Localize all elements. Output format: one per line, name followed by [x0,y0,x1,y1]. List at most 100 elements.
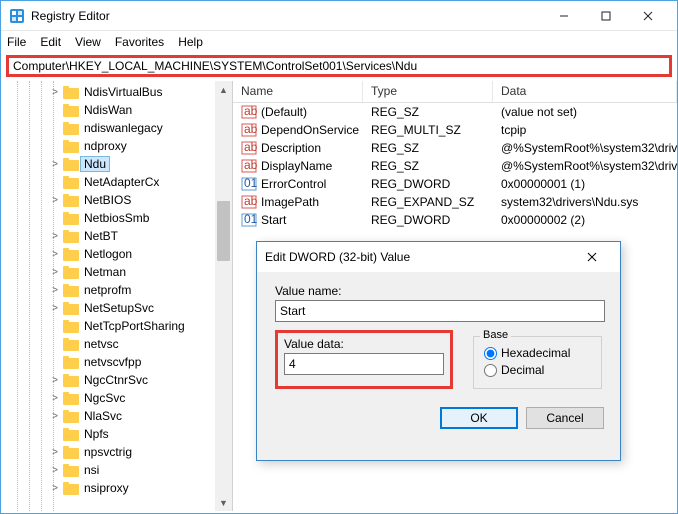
expand-icon[interactable]: > [49,231,61,242]
list-header: Name Type Data [233,81,677,103]
tree-item-label: Npfs [84,427,109,441]
column-header-data[interactable]: Data [493,81,677,102]
value-name: Description [261,141,321,155]
tree-item[interactable]: NetbiosSmb [1,209,232,227]
tree-item[interactable]: >NetBT [1,227,232,245]
tree-item[interactable]: >nsi [1,461,232,479]
tree-item[interactable]: > NetBIOS [1,191,232,209]
svg-text:011: 011 [244,176,257,190]
menu-edit[interactable]: Edit [40,35,61,49]
value-data-highlight: Value data: [275,330,453,389]
address-input[interactable] [13,59,665,73]
value-data: 0x00000002 (2) [493,213,677,227]
value-type: REG_MULTI_SZ [363,123,493,137]
menu-file[interactable]: File [7,35,26,49]
list-row[interactable]: 011ErrorControlREG_DWORD0x00000001 (1) [233,175,677,193]
value-type: REG_DWORD [363,177,493,191]
value-name: DisplayName [261,159,332,173]
tree-item-label: Netlogon [84,247,132,261]
dec-radio[interactable] [484,364,497,377]
expand-icon[interactable]: > [49,303,61,314]
tree-item[interactable]: Npfs [1,425,232,443]
value-data-input[interactable] [284,353,444,375]
tree-item[interactable]: NetAdapterCx [1,173,232,191]
tree-item[interactable]: >nsiproxy [1,479,232,497]
folder-icon [63,194,79,207]
list-row[interactable]: abDescriptionREG_SZ@%SystemRoot%\system3… [233,139,677,157]
scroll-down-icon[interactable]: ▼ [215,494,232,511]
tree-item-label: npsvctrig [84,445,132,459]
tree-item-label: NetBIOS [84,193,131,207]
value-data: (value not set) [493,105,677,119]
tree-item[interactable]: >NlaSvc [1,407,232,425]
tree-item[interactable]: NdisWan [1,101,232,119]
base-legend: Base [480,329,511,341]
tree-item[interactable]: netvsc [1,335,232,353]
folder-icon [63,86,79,99]
folder-icon [63,482,79,495]
tree-item[interactable]: >Ndu [1,155,232,173]
close-button[interactable] [627,1,669,31]
tree-item[interactable]: > Netlogon [1,245,232,263]
tree-item[interactable]: NetTcpPortSharing [1,317,232,335]
expand-icon[interactable]: > [49,285,61,296]
list-row[interactable]: abImagePathREG_EXPAND_SZsystem32\drivers… [233,193,677,211]
list-row[interactable]: 011StartREG_DWORD0x00000002 (2) [233,211,677,229]
value-data: @%SystemRoot%\system32\driv [493,141,677,155]
cancel-button[interactable]: Cancel [526,407,604,429]
expand-icon[interactable]: > [49,249,61,260]
scroll-thumb[interactable] [217,201,230,261]
tree-item[interactable]: >netprofm [1,281,232,299]
expand-icon[interactable]: > [49,393,61,404]
maximize-button[interactable] [585,1,627,31]
menu-favorites[interactable]: Favorites [115,35,164,49]
tree-scrollbar[interactable]: ▲ ▼ [215,81,232,511]
tree-item[interactable]: ndiswanlegacy [1,119,232,137]
list-row[interactable]: abDisplayNameREG_SZ@%SystemRoot%\system3… [233,157,677,175]
value-icon: ab [241,194,257,210]
dialog-title-text: Edit DWORD (32-bit) Value [265,250,572,264]
tree-item[interactable]: >Netman [1,263,232,281]
tree-item[interactable]: >NgcCtnrSvc [1,371,232,389]
hex-radio[interactable] [484,347,497,360]
column-header-name[interactable]: Name [233,81,363,102]
minimize-button[interactable] [543,1,585,31]
menu-view[interactable]: View [75,35,101,49]
ok-button[interactable]: OK [440,407,518,429]
expand-icon[interactable]: > [49,267,61,278]
expand-icon[interactable]: > [49,159,61,170]
tree-item[interactable]: >NgcSvc [1,389,232,407]
folder-icon [63,302,79,315]
tree-item[interactable]: >NdisVirtualBus [1,83,232,101]
value-icon: ab [241,140,257,156]
dialog-close-button[interactable] [572,242,612,272]
expand-icon[interactable]: > [49,87,61,98]
folder-icon [63,266,79,279]
svg-text:ab: ab [244,104,257,118]
tree-item[interactable]: ndproxy [1,137,232,155]
menu-help[interactable]: Help [178,35,203,49]
scroll-up-icon[interactable]: ▲ [215,81,232,98]
value-type: REG_SZ [363,105,493,119]
list-row[interactable]: ab(Default)REG_SZ(value not set) [233,103,677,121]
folder-icon [63,122,79,135]
address-bar[interactable] [6,55,672,77]
expand-icon[interactable]: > [49,447,61,458]
expand-icon[interactable]: > [49,411,61,422]
list-row[interactable]: abDependOnServiceREG_MULTI_SZtcpip [233,121,677,139]
folder-icon [63,104,79,117]
folder-icon [63,464,79,477]
column-header-type[interactable]: Type [363,81,493,102]
value-name-input[interactable] [275,300,605,322]
menu-bar: File Edit View Favorites Help [1,31,677,53]
tree-item[interactable]: netvscvfpp [1,353,232,371]
expand-icon[interactable]: > [49,375,61,386]
tree-item[interactable]: > npsvctrig [1,443,232,461]
folder-icon [63,356,79,369]
edit-dword-dialog: Edit DWORD (32-bit) Value Value name: Va… [256,241,621,461]
expand-icon[interactable]: > [49,465,61,476]
value-name: ImagePath [261,195,319,209]
tree-item[interactable]: >NetSetupSvc [1,299,232,317]
expand-icon[interactable]: > [49,195,61,206]
expand-icon[interactable]: > [49,483,61,494]
